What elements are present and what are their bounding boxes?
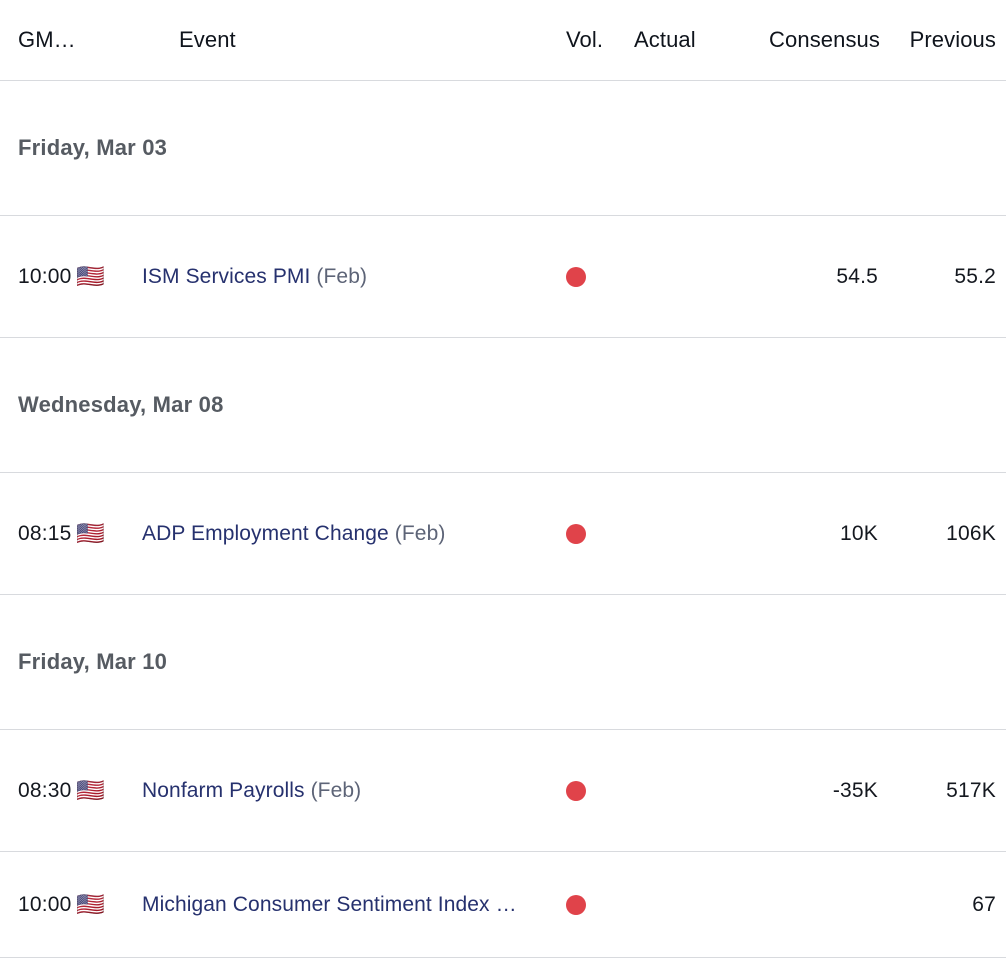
calendar-body: Friday, Mar 03 10:00 🇺🇸 ISM Services PMI (F…	[0, 81, 1006, 958]
event-link[interactable]: Nonfarm Payrolls (Feb)	[124, 779, 361, 802]
event-time: 08:15	[0, 522, 76, 546]
column-header-actual[interactable]: Actual	[628, 27, 756, 53]
event-time-label: 10:00	[18, 264, 72, 288]
event-previous: 106K	[888, 522, 1006, 546]
event-consensus: 54.5	[756, 265, 888, 289]
event-link[interactable]: ISM Services PMI (Feb)	[124, 265, 367, 288]
event-previous: 67	[888, 893, 1006, 917]
event-previous-value: 517K	[946, 778, 996, 802]
event-previous-value: 67	[972, 892, 996, 916]
event-previous-value: 55.2	[954, 264, 996, 288]
calendar-column-header: GM… Event Vol. Actual Consensus Previous	[0, 0, 1006, 81]
event-link[interactable]: Michigan Consumer Sentiment Index …	[124, 893, 517, 916]
column-header-time[interactable]: GM…	[0, 27, 76, 53]
event-period: (Feb)	[388, 521, 446, 545]
us-flag-glyph: 🇺🇸	[76, 263, 105, 289]
event-time: 10:00	[0, 893, 76, 917]
us-flag-glyph: 🇺🇸	[76, 520, 105, 546]
event-consensus-value: 10K	[840, 521, 878, 545]
event-previous-value: 106K	[946, 521, 996, 545]
event-title: ISM Services PMI	[142, 264, 311, 288]
event-consensus: 10K	[756, 522, 888, 546]
event-row[interactable]: 08:30 🇺🇸 Nonfarm Payrolls (Feb) -35K 517K	[0, 730, 1006, 852]
column-header-previous[interactable]: Previous	[888, 27, 1006, 53]
volatility-cell	[566, 780, 628, 801]
event-name-cell[interactable]: ADP Employment Change (Feb)	[124, 522, 566, 546]
date-group-header: Friday, Mar 10	[0, 595, 1006, 730]
event-time-label: 08:30	[18, 778, 72, 802]
event-time: 08:30	[0, 779, 76, 803]
date-group-header: Friday, Mar 03	[0, 81, 1006, 216]
event-name-cell[interactable]: ISM Services PMI (Feb)	[124, 265, 566, 289]
volatility-high-icon	[566, 266, 586, 287]
event-previous: 517K	[888, 779, 1006, 803]
event-name-cell[interactable]: Nonfarm Payrolls (Feb)	[124, 779, 566, 803]
event-name-cell[interactable]: Michigan Consumer Sentiment Index …	[124, 893, 566, 917]
event-title: ADP Employment Change	[142, 521, 389, 545]
event-row[interactable]: 10:00 🇺🇸 ISM Services PMI (Feb) 54.5 55.2	[0, 216, 1006, 338]
volatility-high-icon	[566, 523, 586, 544]
event-title: Nonfarm Payrolls	[142, 778, 305, 802]
column-header-event[interactable]: Event	[124, 27, 566, 53]
us-flag-icon: 🇺🇸	[76, 265, 124, 288]
us-flag-glyph: 🇺🇸	[76, 891, 105, 917]
volatility-cell	[566, 523, 628, 544]
event-period: (Feb)	[310, 264, 368, 288]
event-row[interactable]: 10:00 🇺🇸 Michigan Consumer Sentiment Index…	[0, 852, 1006, 958]
column-header-volatility[interactable]: Vol.	[566, 27, 628, 53]
volatility-high-icon	[566, 780, 586, 801]
us-flag-icon: 🇺🇸	[76, 893, 124, 916]
event-time: 10:00	[0, 265, 76, 289]
event-consensus: -35K	[756, 779, 888, 803]
event-previous: 55.2	[888, 265, 1006, 289]
date-group-label: Wednesday, Mar 08	[18, 392, 224, 417]
volatility-cell	[566, 266, 628, 287]
economic-calendar: GM… Event Vol. Actual Consensus Previous…	[0, 0, 1006, 958]
event-consensus-value: -35K	[832, 778, 878, 802]
event-time-label: 08:15	[18, 521, 72, 545]
event-link[interactable]: ADP Employment Change (Feb)	[124, 522, 445, 545]
date-group-header: Wednesday, Mar 08	[0, 338, 1006, 473]
date-group-label: Friday, Mar 03	[18, 135, 168, 160]
us-flag-icon: 🇺🇸	[76, 779, 124, 802]
event-period: (Feb)	[304, 778, 362, 802]
us-flag-icon: 🇺🇸	[76, 522, 124, 545]
event-row[interactable]: 08:15 🇺🇸 ADP Employment Change (Feb) 10K 106…	[0, 473, 1006, 595]
event-time-label: 10:00	[18, 892, 72, 916]
event-consensus-value: 54.5	[836, 264, 878, 288]
column-header-consensus[interactable]: Consensus	[756, 27, 888, 53]
event-title: Michigan Consumer Sentiment Index …	[142, 892, 517, 916]
date-group-label: Friday, Mar 10	[18, 649, 168, 674]
us-flag-glyph: 🇺🇸	[76, 777, 105, 803]
